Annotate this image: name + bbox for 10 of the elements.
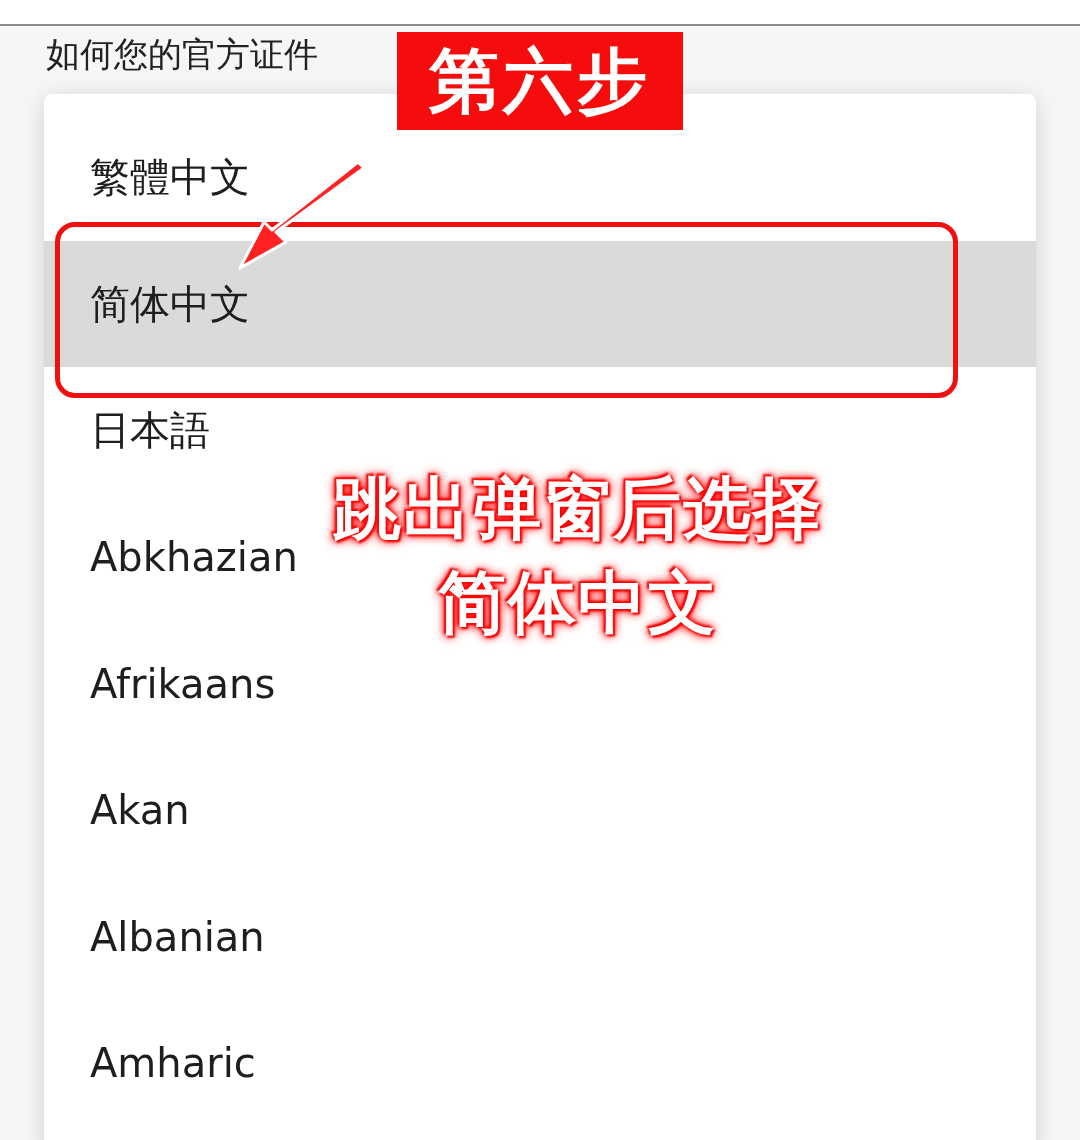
page-heading: 如何您的官方证件 bbox=[46, 34, 318, 74]
language-option[interactable]: Akan bbox=[90, 780, 190, 841]
language-option[interactable]: Abkhazian bbox=[90, 527, 298, 588]
language-option[interactable]: 繁體中文 bbox=[90, 147, 250, 208]
language-option[interactable]: 简体中文 bbox=[90, 273, 250, 334]
language-option[interactable]: Amharic bbox=[90, 1033, 256, 1094]
language-option[interactable]: Afrikaans bbox=[90, 653, 276, 714]
language-option[interactable]: Albanian bbox=[90, 906, 265, 967]
step-label: 第六步 bbox=[397, 32, 683, 130]
language-option[interactable]: 日本語 bbox=[90, 400, 210, 461]
